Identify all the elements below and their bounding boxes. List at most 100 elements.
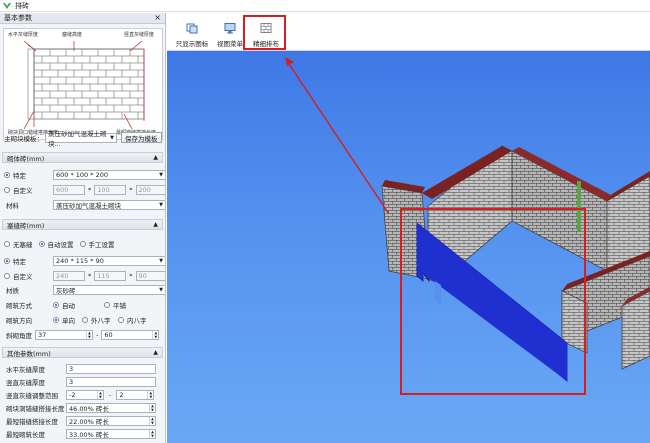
3d-viewport[interactable] (167, 51, 650, 443)
window-title: 排砖 (15, 1, 29, 10)
other-row-joint-range: 竖直灰缝调整范围 -2 ▲ ▼ - 2 ▲ ▼ (4, 389, 155, 400)
template-select[interactable]: 蒸压砂加气混凝土砌块... ▼ (45, 130, 117, 148)
template-label: 主砌块模板： (4, 134, 43, 143)
stepper-arrows-icon[interactable]: ▲ ▼ (86, 330, 92, 339)
diagram-label-horizontal-joint: 水平灰缝厚度 (8, 32, 39, 38)
plug-material-row: 材质 灰砂砖 ▼ (4, 284, 165, 295)
plug-custom-label: 自定义 (13, 272, 33, 281)
stepper-arrows-icon[interactable]: ▲ ▼ (149, 429, 155, 438)
plug-auto-label: 自动设置 (47, 240, 74, 249)
plug-none-radio[interactable] (4, 240, 10, 247)
panel-header: 基本参数 × (0, 13, 165, 24)
plug-direction-label: 砌筑方向 (6, 316, 32, 325)
min-length-stepper[interactable]: 33.00% 砖长 ▲ ▼ (66, 428, 156, 439)
plug-manual-radio[interactable] (79, 240, 86, 247)
block-material-value: 蒸压砂加气混凝土砌块 (56, 201, 121, 210)
method-auto-label: 自动 (62, 301, 75, 310)
plug-manual-label: 手工设置 (88, 240, 115, 249)
diagram-label-vertical-joint: 竖直灰缝厚度 (124, 32, 155, 38)
chevron-down-icon: ▼ (159, 257, 163, 264)
horizontal-joint-input[interactable]: 3 (66, 363, 156, 374)
plug-direction-row: 砌筑方向 单向 外八字 内八字 (4, 314, 147, 325)
hole-lap-stepper[interactable]: 46.00% 砖长 ▲ ▼ (66, 402, 156, 413)
plug-angle-row: 斜砌角度 37 ▲ ▼ - 60 ▲ ▼ (4, 329, 160, 340)
angle-min-stepper[interactable]: 37 ▲ ▼ (35, 329, 93, 340)
method-auto-radio[interactable] (53, 301, 59, 308)
plug-spec-select[interactable]: 240 * 115 * 90 ▼ (53, 255, 165, 266)
angle-min-value: 37 (38, 330, 47, 339)
plug-auto-radio[interactable] (38, 240, 45, 247)
block-spec-select[interactable]: 600 * 100 * 200 ▼ (53, 169, 165, 180)
other-row-hole-lap: 砌块洞错缝搭接长度 46.00% 砖长 ▲ ▼ (4, 402, 156, 413)
show-icons-only-button[interactable]: 只显示图标 (173, 17, 211, 49)
dir-out-label: 外八字 (91, 316, 111, 325)
plug-spec-radio[interactable] (4, 257, 10, 264)
plug-material-select[interactable]: 灰砂砖 ▼ (53, 284, 165, 295)
diagram-label-mortar-height: 塞缝高度 (62, 32, 83, 38)
block-section-header[interactable]: 砌体砖(mm) ▲ (2, 152, 163, 163)
joint-range-label: 竖直灰缝调整范围 (6, 391, 58, 400)
dir-out-radio[interactable] (82, 316, 88, 323)
block-material-row: 材料 蒸压砂加气混凝土砌块 ▼ (4, 199, 165, 210)
chevron-down-icon: ▼ (159, 171, 163, 178)
plug-spec-row: 特定 240 * 115 * 90 ▼ (4, 255, 165, 266)
stepper-arrows-icon[interactable]: ▲ ▼ (147, 390, 153, 399)
annotation-arrow-line (286, 60, 390, 215)
hole-lap-value: 46.00% 砖长 (69, 404, 109, 413)
min-length-value: 33.00% 砖长 (69, 430, 109, 439)
block-custom-width[interactable]: 600 (53, 184, 85, 195)
chevron-down-icon: ▼ (110, 134, 114, 141)
stepper-arrows-icon[interactable]: ▲ ▼ (149, 416, 155, 425)
plug-mode-row: 无塞缝 自动设置 手工设置 (4, 238, 115, 249)
block-custom-row: 自定义 600 * 100 * 200 (4, 184, 165, 195)
vertical-joint-input[interactable]: 3 (66, 376, 156, 387)
block-spec-radio[interactable] (4, 171, 10, 178)
show-icons-only-label: 只显示图标 (175, 40, 209, 48)
block-spec-row: 特定 600 * 100 * 200 ▼ (4, 169, 165, 180)
view-menu-button[interactable]: 视图菜单 (215, 17, 245, 49)
dir-single-radio[interactable] (53, 316, 59, 323)
chevron-up-icon: ▲ (153, 349, 158, 356)
min-lap-stepper[interactable]: 22.00% 砖长 ▲ ▼ (66, 415, 156, 426)
plug-spec-value: 240 * 115 * 90 (56, 256, 104, 265)
method-flat-radio[interactable] (104, 301, 110, 308)
close-icon[interactable]: × (154, 14, 161, 22)
template-row: 主砌块模板： 蒸压砂加气混凝土砌块... ▼ 保存为模板 (4, 130, 162, 148)
angle-max-stepper[interactable]: 60 ▲ ▼ (101, 329, 160, 340)
plug-section-header[interactable]: 塞缝砖(mm) ▲ (2, 219, 163, 230)
min-lap-value: 22.00% 砖长 (69, 417, 109, 426)
plug-custom-radio[interactable] (4, 272, 10, 279)
joint-range-min-value: -2 (69, 390, 76, 399)
chevron-up-icon: ▲ (153, 221, 158, 228)
save-template-button[interactable]: 保存为模板 (121, 132, 162, 143)
template-select-value: 蒸压砂加气混凝土砌块... (48, 129, 107, 148)
plug-custom-width[interactable]: 240 (53, 270, 85, 281)
block-material-select[interactable]: 蒸压砂加气混凝土砌块 ▼ (53, 199, 165, 210)
other-row-min-lap: 最短错缝搭接长度 22.00% 砖长 ▲ ▼ (4, 415, 156, 426)
block-custom-radio[interactable] (4, 186, 10, 193)
plug-spec-label: 特定 (13, 257, 26, 266)
block-custom-height[interactable]: 100 (94, 184, 127, 195)
toolbar-highlight-box (243, 15, 286, 50)
stepper-arrows-icon[interactable]: ▲ ▼ (97, 390, 103, 399)
other-section-header[interactable]: 其他参数(mm) ▲ (2, 347, 163, 358)
block-spec-value: 600 * 100 * 200 (56, 170, 108, 179)
stepper-arrows-icon[interactable]: ▲ ▼ (152, 330, 158, 339)
block-section-title: 砌体砖(mm) (7, 154, 45, 163)
plug-custom-depth[interactable]: 90 (135, 270, 165, 281)
dir-in-radio[interactable] (118, 316, 124, 323)
stepper-arrows-icon[interactable]: ▲ ▼ (149, 403, 155, 412)
chevron-up-icon: ▲ (153, 154, 158, 161)
plug-material-value: 灰砂砖 (56, 286, 76, 295)
other-row-horizontal-joint: 水平灰缝厚度 3 (4, 363, 156, 374)
plug-material-label: 材质 (6, 286, 19, 295)
dir-in-label: 内八字 (127, 316, 147, 325)
block-custom-depth[interactable]: 200 (135, 184, 165, 195)
angle-max-value: 60 (104, 330, 113, 339)
plug-section-title: 塞缝砖(mm) (7, 221, 45, 230)
joint-range-max-stepper[interactable]: 2 ▲ ▼ (116, 389, 155, 400)
joint-range-min-stepper[interactable]: -2 ▲ ▼ (66, 389, 104, 400)
joint-range-max-value: 2 (119, 390, 124, 399)
chevron-down-icon: ▼ (159, 201, 163, 208)
plug-custom-height[interactable]: 115 (94, 270, 127, 281)
